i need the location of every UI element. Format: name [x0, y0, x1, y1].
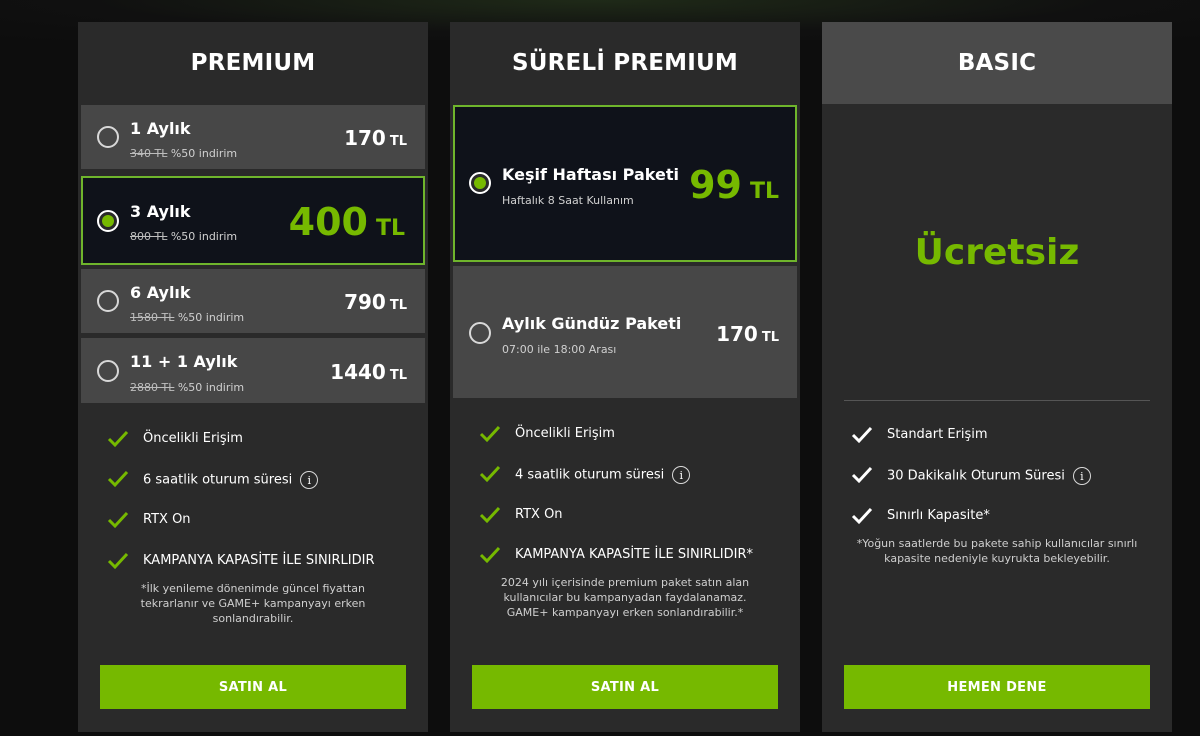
sureli-premium-card: SÜRELİ PREMIUM Keşif Haftası Paketi Haft…	[450, 22, 800, 732]
feature-item: Sınırlı Kapasite*	[822, 504, 1172, 528]
premium-option-3-month[interactable]: 3 Aylık 800 TL %50 indirim 400 TL	[81, 176, 425, 265]
option-price: 170 TL	[344, 126, 407, 150]
check-icon	[851, 466, 873, 484]
option-price: 1440 TL	[330, 360, 407, 384]
radio-icon[interactable]	[97, 126, 119, 148]
basic-card: BASIC Ücretsiz Standart Erişim 30 Dakika…	[822, 22, 1172, 732]
premium-title: PREMIUM	[190, 50, 316, 76]
buy-premium-button[interactable]: SATIN AL	[100, 665, 406, 709]
feature-item: Öncelikli Erişim	[450, 422, 800, 446]
option-name: Keşif Haftası Paketi	[502, 165, 679, 184]
option-name: 3 Aylık	[130, 202, 191, 221]
sureli-option-gunduz[interactable]: Aylık Gündüz Paketi 07:00 ile 18:00 Aras…	[453, 266, 797, 398]
option-old-price: 340 TL %50 indirim	[130, 147, 238, 160]
feature-item: KAMPANYA KAPASİTE İLE SINIRLIDIR	[78, 549, 428, 573]
check-icon	[851, 426, 873, 444]
option-name: 1 Aylık	[130, 119, 191, 138]
info-icon[interactable]: i	[300, 471, 319, 489]
option-old-price: 1580 TL %50 indirim	[130, 311, 245, 324]
option-sub: 07:00 ile 18:00 Arası	[502, 343, 617, 356]
check-icon	[107, 430, 129, 448]
radio-icon[interactable]	[97, 290, 119, 312]
option-name: 6 Aylık	[130, 283, 191, 302]
radio-icon[interactable]	[469, 172, 491, 194]
radio-icon[interactable]	[97, 210, 119, 232]
feature-item: 6 saatlik oturum süresi i	[78, 467, 428, 491]
check-icon	[107, 511, 129, 529]
option-price: 170 TL	[716, 322, 779, 346]
check-icon	[479, 425, 501, 443]
premium-option-1-month[interactable]: 1 Aylık 340 TL %50 indirim 170 TL	[81, 105, 425, 169]
option-sub: Haftalık 8 Saat Kullanım	[502, 194, 634, 207]
check-icon	[851, 507, 873, 525]
check-icon	[107, 552, 129, 570]
radio-icon[interactable]	[97, 360, 119, 382]
option-name: Aylık Gündüz Paketi	[502, 314, 682, 333]
basic-note: *Yoğun saatlerde bu pakete sahip kullanı…	[856, 537, 1138, 565]
check-icon	[479, 546, 501, 564]
feature-item: 30 Dakikalık Oturum Süresi i	[822, 463, 1172, 487]
info-icon[interactable]: i	[672, 466, 691, 484]
check-icon	[107, 470, 129, 488]
premium-card: PREMIUM 1 Aylık 340 TL %50 indirim 170 TL…	[78, 22, 428, 732]
radio-icon[interactable]	[469, 322, 491, 344]
check-icon	[479, 506, 501, 524]
feature-item: RTX On	[450, 503, 800, 527]
try-now-button[interactable]: HEMEN DENE	[844, 665, 1150, 709]
option-name: 11 + 1 Aylık	[130, 352, 238, 371]
check-icon	[479, 465, 501, 483]
sureli-note: 2024 yılı içerisinde premium paket satın…	[500, 576, 750, 619]
free-label: Ücretsiz	[914, 232, 1080, 273]
feature-item: Standart Erişim	[822, 423, 1172, 447]
option-old-price: 2880 TL %50 indirim	[130, 381, 245, 394]
buy-sureli-button[interactable]: SATIN AL	[472, 665, 778, 709]
feature-item: 4 saatlik oturum süresi i	[450, 462, 800, 486]
premium-note: *İlk yenileme dönenimde güncel fiyattan …	[140, 582, 366, 625]
divider	[844, 400, 1150, 401]
sureli-title: SÜRELİ PREMIUM	[512, 50, 738, 76]
feature-item: Öncelikli Erişim	[78, 427, 428, 451]
option-price: 400 TL	[288, 200, 405, 244]
option-price: 790 TL	[344, 290, 407, 314]
option-price: 99 TL	[689, 163, 779, 207]
info-icon[interactable]: i	[1072, 467, 1091, 485]
feature-item: KAMPANYA KAPASİTE İLE SINIRLIDIR*	[450, 543, 800, 567]
basic-title: BASIC	[822, 22, 1172, 104]
option-old-price: 800 TL %50 indirim	[130, 230, 238, 243]
premium-option-12-month[interactable]: 11 + 1 Aylık 2880 TL %50 indirim 1440 TL	[81, 338, 425, 403]
feature-item: RTX On	[78, 508, 428, 532]
premium-option-6-month[interactable]: 6 Aylık 1580 TL %50 indirim 790 TL	[81, 269, 425, 333]
sureli-option-kesif[interactable]: Keşif Haftası Paketi Haftalık 8 Saat Kul…	[453, 105, 797, 262]
